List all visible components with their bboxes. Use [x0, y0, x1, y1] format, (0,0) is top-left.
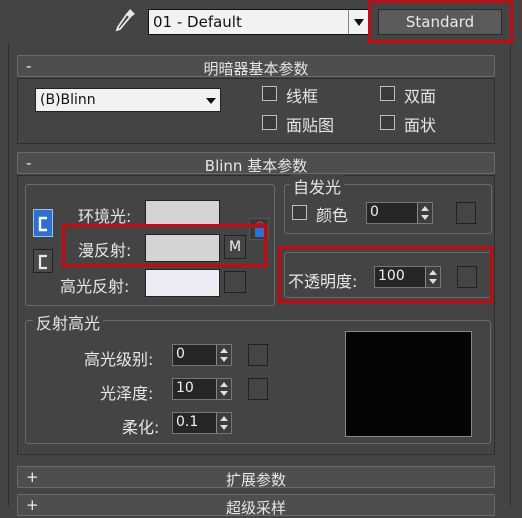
chevron-down-icon — [206, 98, 216, 104]
rollout-extended-params[interactable]: + 扩展参数 — [17, 466, 495, 489]
lock-diffuse-specular-button[interactable] — [33, 249, 53, 273]
glossiness-spinner[interactable]: 10 — [172, 378, 232, 400]
specular-level-spinner[interactable]: 0 — [172, 344, 232, 366]
soften-value: 0.1 — [176, 414, 199, 430]
left-frame-line — [8, 44, 9, 506]
soften-spinner[interactable]: 0.1 — [172, 412, 232, 434]
soften-label: 柔化: — [122, 418, 160, 437]
eyedropper-icon[interactable] — [112, 6, 138, 36]
shader-type-dropdown[interactable]: (B)Blinn — [35, 88, 221, 112]
specular-level-map-button[interactable] — [248, 344, 268, 366]
self-illum-value: 0 — [370, 204, 379, 220]
rollout-title: Blinn 基本参数 — [204, 157, 308, 175]
glossiness-value: 10 — [176, 380, 194, 396]
rollout-title: 超级采样 — [225, 499, 286, 517]
specular-level-label: 高光级别: — [84, 350, 154, 369]
specular-highlights-title: 反射高光 — [33, 310, 104, 334]
self-illum-color-checkbox[interactable] — [292, 205, 307, 220]
rollout-shader-basic[interactable]: - 明暗器基本参数 — [17, 55, 495, 78]
chevron-down-icon[interactable] — [348, 10, 369, 34]
spinner-arrows-icon[interactable] — [216, 379, 231, 399]
highlight-curve-preview — [345, 331, 472, 437]
highlight-box-diffuse — [62, 224, 268, 268]
specular-label: 高光反射: — [60, 277, 130, 296]
spinner-arrows-icon[interactable] — [216, 413, 231, 433]
spinner-arrows-icon[interactable] — [417, 203, 432, 223]
face-map-checkbox[interactable] — [262, 115, 277, 130]
two-sided-label: 双面 — [404, 87, 437, 106]
self-illum-map-button[interactable] — [456, 202, 476, 224]
spinner-arrows-icon[interactable] — [216, 345, 231, 365]
glossiness-label: 光泽度: — [100, 384, 154, 403]
self-illum-color-label: 颜色 — [316, 206, 349, 225]
wireframe-checkbox[interactable] — [262, 86, 277, 101]
faceted-checkbox[interactable] — [380, 115, 395, 130]
glossiness-map-button[interactable] — [248, 378, 268, 400]
two-sided-checkbox[interactable] — [380, 86, 395, 101]
specular-color-swatch[interactable] — [145, 269, 220, 297]
shader-type-value: (B)Blinn — [40, 92, 96, 108]
rollout-title: 扩展参数 — [225, 471, 286, 489]
specular-level-value: 0 — [176, 346, 185, 362]
specular-map-button[interactable] — [224, 271, 246, 293]
face-map-label: 面贴图 — [286, 116, 335, 135]
material-name: 01 - Default — [153, 13, 242, 31]
material-name-dropdown[interactable]: 01 - Default — [148, 9, 370, 35]
rollout-title: 明暗器基本参数 — [203, 60, 309, 78]
self-illum-spinner[interactable]: 0 — [366, 202, 433, 224]
highlight-box-standard — [368, 0, 514, 44]
self-illumination-title: 自发光 — [290, 174, 345, 198]
wireframe-label: 线框 — [286, 87, 319, 106]
right-frame-line — [510, 44, 511, 506]
rollout-blinn-basic[interactable]: - Blinn 基本参数 — [17, 152, 495, 175]
highlight-box-opacity — [278, 245, 494, 303]
lock-ambient-diffuse-button[interactable] — [33, 209, 53, 237]
faceted-label: 面状 — [404, 116, 437, 135]
rollout-supersampling[interactable]: + 超级采样 — [17, 494, 495, 517]
